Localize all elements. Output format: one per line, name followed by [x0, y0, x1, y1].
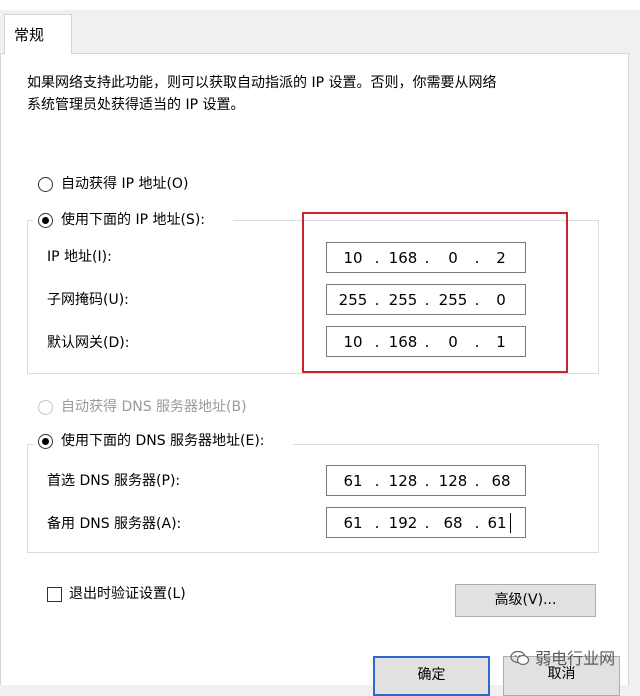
- description-line-2: 系统管理员处获得适当的 IP 设置。: [27, 97, 245, 113]
- octet-separator: .: [374, 514, 380, 532]
- preferred-dns-label: 首选 DNS 服务器(P):: [47, 473, 181, 489]
- description-text: 如果网络支持此功能，则可以获取自动指派的 IP 设置。否则，你需要从网络 系统管…: [27, 72, 496, 116]
- octet-separator: .: [374, 472, 380, 490]
- watermark-text: 弱电行业网: [535, 649, 616, 668]
- pdns-octet-1[interactable]: 61: [335, 472, 371, 490]
- watermark: 弱电行业网: [510, 645, 615, 669]
- wechat-icon: [510, 650, 530, 666]
- alternate-dns-input[interactable]: 61 . 192 . 68 . 61: [326, 507, 526, 538]
- radio-auto-dns[interactable]: [38, 400, 53, 415]
- radio-auto-ip[interactable]: [38, 177, 53, 192]
- radio-auto-dns-label[interactable]: 自动获得 DNS 服务器地址(B): [61, 398, 247, 416]
- octet-separator: .: [424, 514, 430, 532]
- validate-on-exit-checkbox[interactable]: [47, 587, 62, 602]
- pdns-octet-3[interactable]: 128: [435, 472, 471, 490]
- radio-manual-ip-label[interactable]: 使用下面的 IP 地址(S):: [61, 211, 205, 229]
- radio-manual-ip[interactable]: [38, 213, 53, 228]
- validate-on-exit-label[interactable]: 退出时验证设置(L): [69, 585, 186, 603]
- ok-button[interactable]: 确定: [373, 656, 490, 696]
- tab-general[interactable]: 常规: [4, 14, 72, 54]
- subnet-mask-label: 子网掩码(U):: [47, 292, 129, 308]
- radio-manual-dns-label[interactable]: 使用下面的 DNS 服务器地址(E):: [61, 432, 265, 450]
- radio-auto-ip-label[interactable]: 自动获得 IP 地址(O): [61, 175, 188, 193]
- alternate-dns-label: 备用 DNS 服务器(A):: [47, 516, 182, 532]
- octet-separator: .: [424, 472, 430, 490]
- pdns-octet-2[interactable]: 128: [385, 472, 421, 490]
- ip-address-label: IP 地址(I):: [47, 249, 112, 265]
- octet-separator: .: [474, 472, 480, 490]
- pdns-octet-4[interactable]: 68: [483, 472, 519, 490]
- text-caret: [510, 513, 511, 533]
- adns-octet-2[interactable]: 192: [385, 514, 421, 532]
- adns-octet-3[interactable]: 68: [435, 514, 471, 532]
- preferred-dns-input[interactable]: 61 . 128 . 128 . 68: [326, 465, 526, 496]
- advanced-button[interactable]: 高级(V)...: [455, 584, 596, 617]
- annotation-highlight-box: [302, 212, 568, 373]
- window-top-strip: [0, 0, 640, 10]
- default-gateway-label: 默认网关(D):: [47, 335, 130, 351]
- description-line-1: 如果网络支持此功能，则可以获取自动指派的 IP 设置。否则，你需要从网络: [27, 75, 497, 91]
- radio-manual-dns[interactable]: [38, 434, 53, 449]
- adns-octet-1[interactable]: 61: [335, 514, 371, 532]
